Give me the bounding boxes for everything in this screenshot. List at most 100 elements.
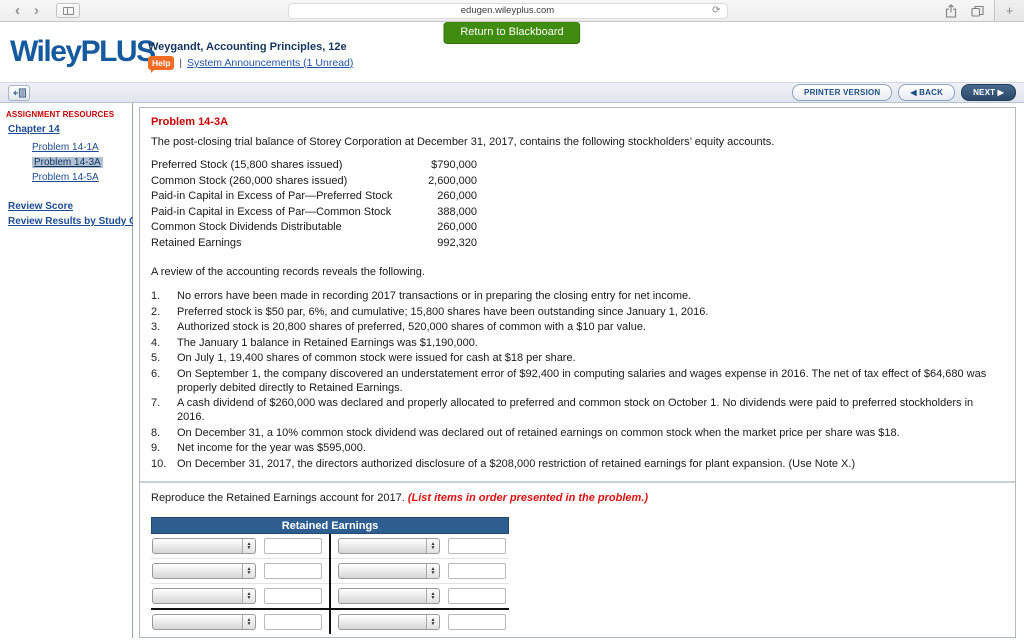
- assignment-sidebar: ASSIGNMENT RESOURCES Chapter 14 Problem …: [0, 103, 174, 638]
- re-debit-amount-input-3[interactable]: [264, 588, 322, 604]
- stepper-icon: ▲ ▼: [242, 539, 255, 553]
- re-credit-account-select-1[interactable]: ▲ ▼: [338, 538, 440, 554]
- sidebar-toggle-button[interactable]: [56, 3, 80, 18]
- re-credit-account-select-2[interactable]: ▲ ▼: [338, 563, 440, 579]
- list-item: 10. On December 31, 2017, the directors a…: [151, 457, 1004, 471]
- wileyplus-logo: WileyPLUS: [10, 35, 156, 68]
- question-prompt: Reproduce the Retained Earnings account …: [151, 492, 1004, 504]
- table-row: Preferred Stock (15,800 shares issued) $7…: [151, 158, 1004, 174]
- re-credit-amount-input-2[interactable]: [448, 563, 506, 579]
- collapse-sidebar-button[interactable]: [8, 84, 30, 101]
- item-number: 10.: [151, 457, 167, 470]
- next-button[interactable]: NEXT ▶: [961, 84, 1016, 101]
- printer-version-button[interactable]: PRINTER VERSION: [792, 84, 893, 101]
- wileyplus-app: ‹ › edugen.wileyplus.com ⟳ + Return to B…: [0, 0, 1024, 640]
- list-item: 9. Net income for the year was $595,000.: [151, 441, 1004, 455]
- re-credit-amount-input-3[interactable]: [448, 588, 506, 604]
- re-debit-amount-input-2[interactable]: [264, 563, 322, 579]
- re-credit-amount-input-1[interactable]: [448, 538, 506, 554]
- address-bar[interactable]: edugen.wileyplus.com ⟳: [287, 2, 728, 19]
- re-debit-account-select-3[interactable]: ▲ ▼: [152, 588, 256, 604]
- review-line: A review of the accounting records revea…: [151, 266, 425, 278]
- browser-forward-icon[interactable]: ›: [27, 2, 46, 20]
- account-name: Paid-in Capital in Excess of Par—Common …: [151, 205, 392, 218]
- trial-balance-table: Preferred Stock (15,800 shares issued) $7…: [151, 158, 1004, 251]
- list-item: 5. On July 1, 19,400 shares of common sto…: [151, 351, 1004, 365]
- review-score-link[interactable]: Review Score: [8, 201, 73, 212]
- table-row: Common Stock Dividends Distributable 260,…: [151, 220, 1004, 236]
- credit-side: ▲ ▼: [330, 563, 509, 579]
- item-number: 8.: [151, 426, 161, 439]
- book-title: Weygandt, Accounting Principles, 12e: [148, 41, 347, 53]
- item-number: 7.: [151, 397, 161, 409]
- address-bar-wrap: edugen.wileyplus.com ⟳: [80, 2, 935, 19]
- return-to-blackboard-button[interactable]: Return to Blackboard: [443, 22, 581, 44]
- list-item: 7. A cash dividend of $260,000 was declar…: [151, 396, 1004, 424]
- list-item: 6. On September 1, the company discovered…: [151, 367, 1004, 395]
- stepper-icon: ▲ ▼: [242, 589, 255, 603]
- main-box: Problem 14-3A The post-closing trial bal…: [139, 107, 1016, 638]
- stepper-icon: ▲ ▼: [426, 539, 439, 553]
- account-amount: 260,000: [437, 221, 477, 233]
- account-name: Common Stock (260,000 shares issued): [151, 174, 348, 187]
- sidebar-chapter-link[interactable]: Chapter 14: [8, 124, 60, 135]
- site-header: Return to Blackboard WileyPLUS Weygandt,…: [0, 22, 1024, 82]
- stepper-icon: ▲ ▼: [242, 564, 255, 578]
- re-debit-account-select-2[interactable]: ▲ ▼: [152, 563, 256, 579]
- account-name: Paid-in Capital in Excess of Par—Preferr…: [151, 190, 393, 202]
- tabs-icon[interactable]: [971, 5, 984, 17]
- taccount-divider-line: [329, 534, 331, 634]
- book-info: Weygandt, Accounting Principles, 12e Hel…: [148, 41, 353, 73]
- help-button[interactable]: Help: [148, 56, 175, 73]
- account-amount: $790,000: [431, 159, 477, 171]
- re-credit-account-select-3[interactable]: ▲ ▼: [338, 588, 440, 604]
- browser-back-icon[interactable]: ‹: [8, 2, 27, 20]
- item-text: On December 31, a 10% common stock divid…: [177, 426, 900, 439]
- item-number: 3.: [151, 321, 161, 333]
- table-row: Common Stock (260,000 shares issued) 2,60…: [151, 174, 1004, 190]
- re-debit-amount-input-4[interactable]: [264, 614, 322, 630]
- account-amount: 388,000: [437, 205, 477, 218]
- list-item: 8. On December 31, a 10% common stock div…: [151, 426, 1004, 440]
- re-debit-amount-input-1[interactable]: [264, 538, 322, 554]
- share-icon[interactable]: [945, 3, 957, 18]
- list-item: 4. The January 1 balance in Retained Earn…: [151, 336, 1004, 350]
- sidebar-item-problem-14-3a[interactable]: Problem 14-3A: [32, 157, 103, 168]
- reload-icon[interactable]: ⟳: [712, 5, 720, 16]
- new-tab-button[interactable]: +: [994, 0, 1024, 21]
- item-text: No errors have been made in recording 20…: [177, 290, 692, 302]
- stepper-icon: ▲ ▼: [426, 564, 439, 578]
- account-name: Common Stock Dividends Distributable: [151, 221, 342, 233]
- question-section: Reproduce the Retained Earnings account …: [140, 483, 1015, 640]
- debit-side: ▲ ▼: [151, 538, 330, 554]
- re-debit-account-select-4[interactable]: ▲ ▼: [152, 614, 256, 630]
- item-text: A cash dividend of $260,000 was declared…: [177, 397, 974, 423]
- separator-pipe: |: [179, 57, 183, 69]
- item-text: On December 31, 2017, the directors auth…: [177, 457, 856, 470]
- list-item: 1. No errors have been made in recording …: [151, 289, 1004, 303]
- re-debit-account-select-1[interactable]: ▲ ▼: [152, 538, 256, 554]
- list-item: 2. Preferred stock is $50 par, 6%, and cu…: [151, 305, 1004, 319]
- debit-side: ▲ ▼: [151, 588, 330, 604]
- item-text: Net income for the year was $595,000.: [177, 442, 366, 454]
- account-amount: 2,600,000: [428, 174, 477, 187]
- stepper-icon: ▲ ▼: [426, 615, 439, 629]
- taccount-header: Retained Earnings: [151, 517, 509, 534]
- item-text: On September 1, the company discovered a…: [177, 367, 987, 394]
- problem-section: Problem 14-3A The post-closing trial bal…: [140, 108, 1015, 481]
- facts-list: 1. No errors have been made in recording …: [151, 289, 1004, 471]
- account-amount: 260,000: [437, 190, 477, 202]
- re-credit-account-select-4[interactable]: ▲ ▼: [338, 614, 440, 630]
- back-button[interactable]: ◀ BACK: [898, 84, 956, 101]
- re-credit-amount-input-4[interactable]: [448, 614, 506, 630]
- retained-earnings-taccount: Retained Earnings ▲ ▼ ▲ ▼ ▲ ▼ ▲ ▼ ▲ ▼ ▲ …: [151, 517, 509, 634]
- credit-side: ▲ ▼: [330, 538, 509, 554]
- table-row: Retained Earnings 992,320: [151, 236, 1004, 252]
- stepper-icon: ▲ ▼: [426, 589, 439, 603]
- sidebar-item-problem-14-5a[interactable]: Problem 14-5A: [32, 172, 99, 183]
- item-number: 6.: [151, 367, 161, 380]
- system-announcements-link[interactable]: System Announcements (1 Unread): [187, 57, 353, 69]
- item-text: On July 1, 19,400 shares of common stock…: [177, 352, 576, 364]
- sidebar-item-problem-14-1a[interactable]: Problem 14-1A: [32, 142, 99, 153]
- item-number: 1.: [151, 290, 161, 302]
